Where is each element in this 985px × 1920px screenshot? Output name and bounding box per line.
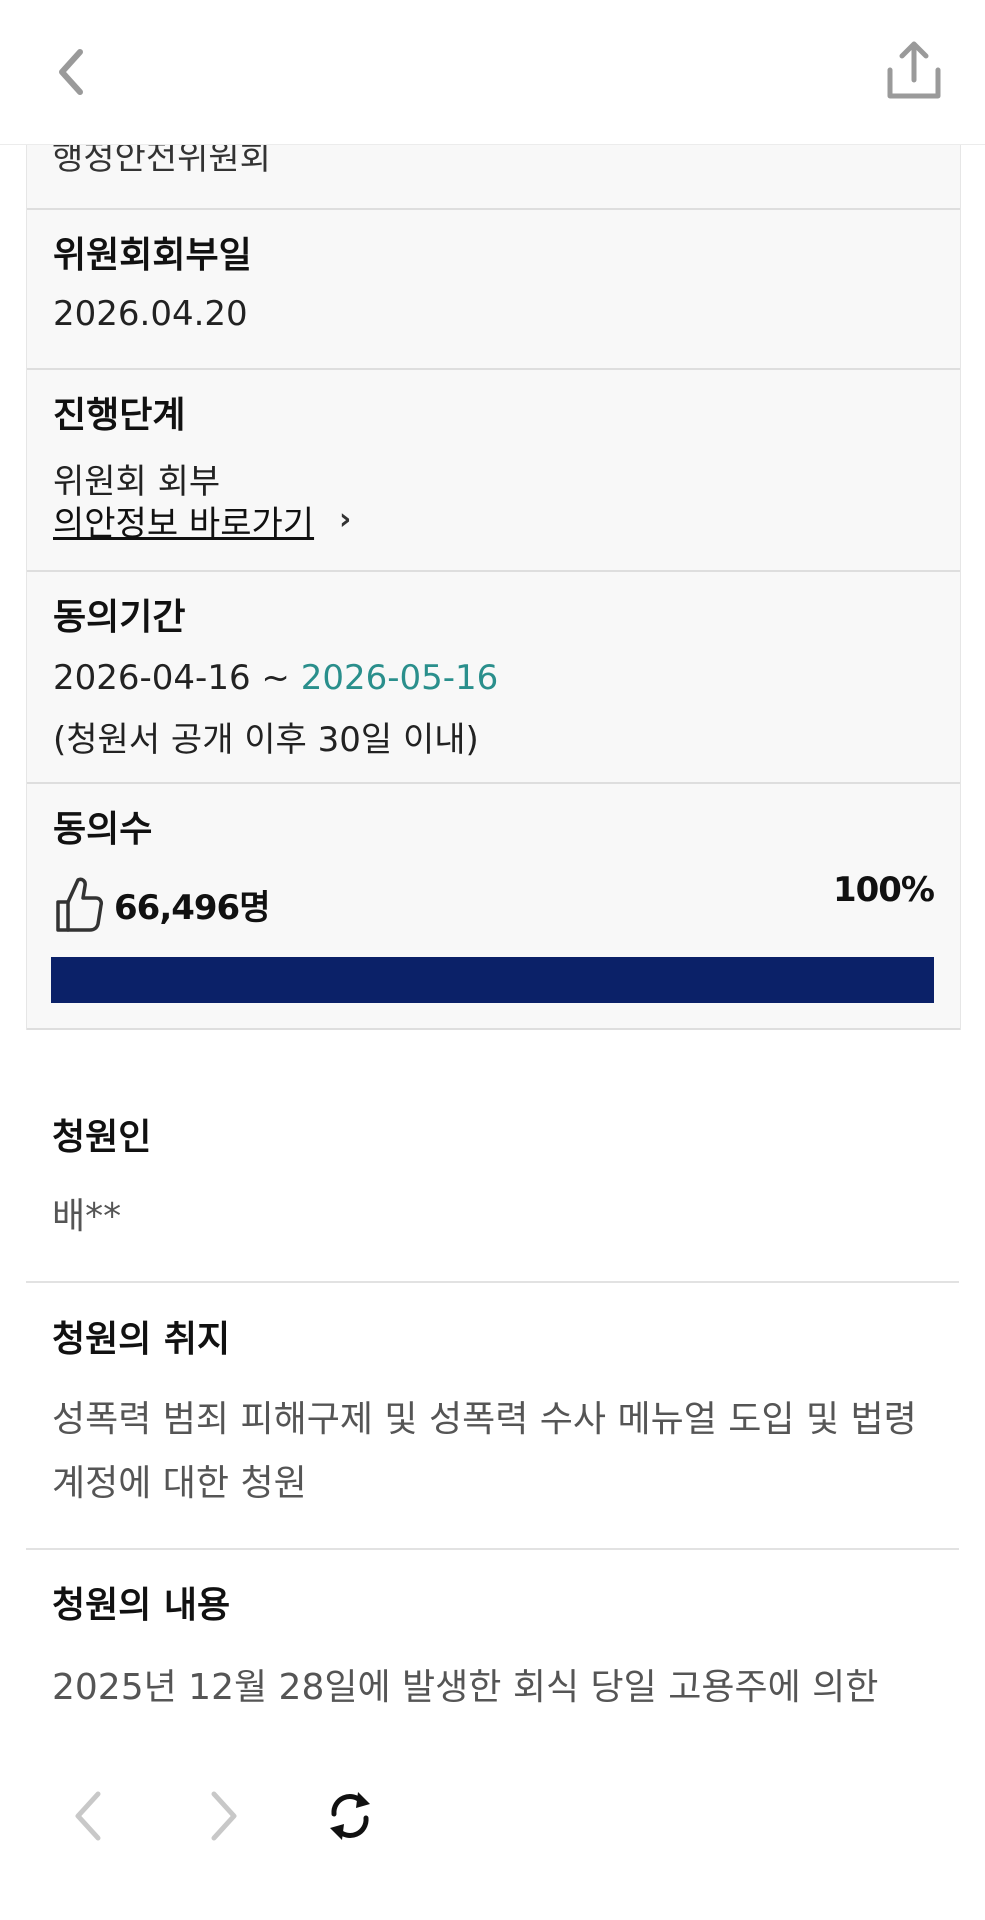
period-start: 2026-04-16 ~ xyxy=(53,658,301,698)
top-bar xyxy=(0,0,985,145)
period-note: (청원서 공개 이후 30일 이내) xyxy=(53,720,479,760)
period-end: 2026-05-16 xyxy=(300,658,499,698)
content-label: 청원의 내용 xyxy=(52,1585,231,1626)
referral-date-label: 위원회회부일 xyxy=(53,235,252,276)
divider xyxy=(27,782,960,784)
refresh-icon xyxy=(330,1792,370,1840)
petitioner-label: 청원인 xyxy=(52,1117,152,1158)
chevron-right-icon: › xyxy=(339,502,352,537)
referral-date-value: 2026.04.20 xyxy=(53,294,248,334)
divider xyxy=(27,368,960,370)
refresh-button[interactable] xyxy=(322,1786,378,1850)
back-button[interactable] xyxy=(52,46,92,98)
period-label: 동의기간 xyxy=(53,597,186,638)
divider xyxy=(27,208,960,210)
purpose-label: 청원의 취지 xyxy=(52,1319,231,1360)
period-value: 2026-04-16 ~ 2026-05-16 xyxy=(53,658,498,698)
committee-text: 행정안전위원회 xyxy=(52,144,271,178)
divider xyxy=(27,1028,960,1030)
share-button[interactable] xyxy=(884,40,944,102)
divider xyxy=(26,1548,959,1550)
content-text: 2025년 12월 28일에 발생한 회식 당일 고용주에 의한 xyxy=(52,1667,879,1708)
nav-back-button[interactable] xyxy=(68,1788,108,1848)
count-label: 동의수 xyxy=(53,809,153,850)
agree-percent: 100% xyxy=(832,870,935,910)
chevron-right-icon xyxy=(211,1791,237,1841)
chevron-left-icon xyxy=(59,49,83,95)
petitioner-value: 배** xyxy=(52,1196,122,1237)
agree-progress-fill xyxy=(51,957,934,1003)
divider xyxy=(26,1281,959,1283)
committee-value: 행정안전위원회 xyxy=(52,144,271,180)
stage-label: 진행단계 xyxy=(53,395,186,436)
chevron-left-icon xyxy=(75,1791,101,1841)
purpose-text: 성폭력 범죄 피해구제 및 성폭력 수사 메뉴얼 도입 및 법령계정에 대한 청… xyxy=(52,1399,917,1504)
share-icon xyxy=(887,41,941,99)
bill-info-link[interactable]: 의안정보 바로가기 xyxy=(53,496,314,545)
agree-progress-bar xyxy=(51,957,934,1003)
bottom-nav-bar xyxy=(0,1720,985,1920)
nav-forward-button[interactable] xyxy=(204,1788,244,1848)
agree-count: 66,496명 xyxy=(114,888,270,928)
divider xyxy=(27,570,960,572)
thumbs-up-icon xyxy=(56,877,103,932)
